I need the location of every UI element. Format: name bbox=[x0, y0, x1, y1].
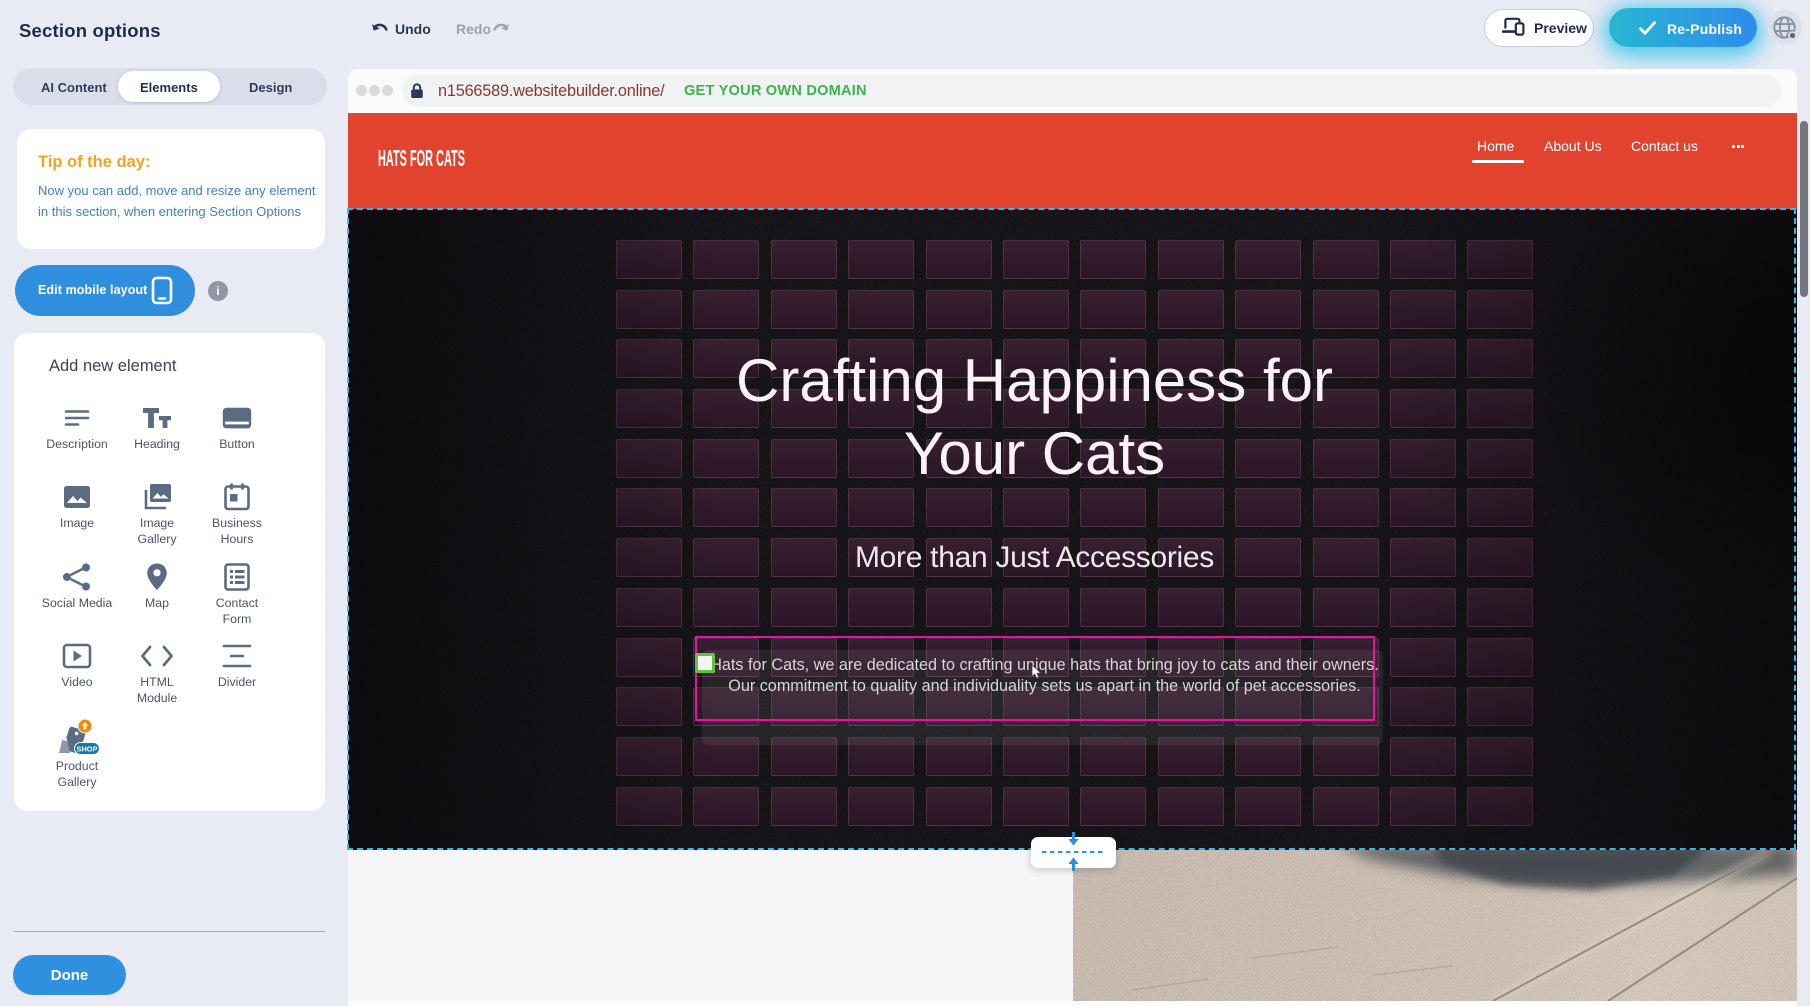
svg-text:SHOP: SHOP bbox=[77, 744, 98, 753]
